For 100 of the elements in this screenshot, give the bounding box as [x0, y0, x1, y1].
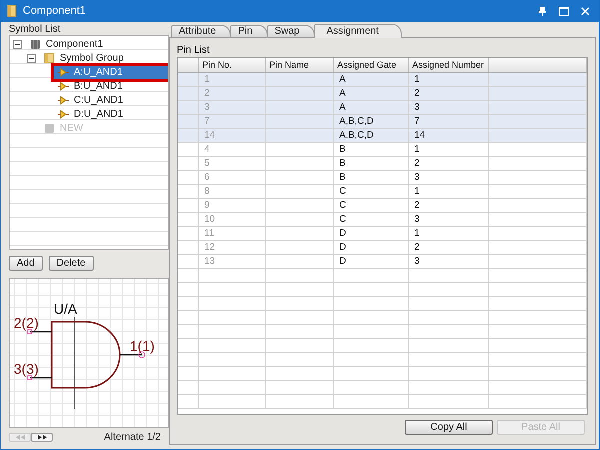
column-header[interactable]: Assigned Gate: [333, 58, 408, 72]
table-cell: A,B,C,D: [333, 114, 408, 128]
alternate-caption: Alternate 1/2: [104, 432, 161, 443]
document-icon: [7, 5, 17, 17]
table-cell: 13: [198, 254, 265, 268]
tab[interactable]: Assignment: [314, 24, 402, 38]
row-selector[interactable]: [178, 114, 198, 128]
collapse-icon[interactable]: [13, 40, 22, 48]
table-cell: 7: [198, 114, 265, 128]
table-cell: 6: [198, 170, 265, 184]
row-selector[interactable]: [178, 86, 198, 100]
tab[interactable]: Pin: [230, 25, 268, 37]
row-selector[interactable]: [178, 184, 198, 198]
table-cell: 3: [408, 254, 488, 268]
tree-item[interactable]: B:U_AND1: [54, 80, 127, 92]
symbol-icon: [58, 108, 69, 120]
tree-item[interactable]: Component1: [26, 38, 108, 50]
table-cell: A: [333, 100, 408, 114]
tree-item[interactable]: C:U_AND1: [54, 94, 128, 106]
tree-action-button[interactable]: Add: [9, 256, 43, 271]
new-icon: [44, 122, 55, 134]
column-header[interactable]: Assigned Number: [408, 58, 488, 72]
table-cell: 5: [198, 156, 265, 170]
table-cell: D: [333, 226, 408, 240]
table-cell: D: [333, 254, 408, 268]
close-button[interactable]: [581, 6, 590, 16]
tab[interactable]: Swap: [266, 25, 315, 37]
maximize-button[interactable]: [559, 6, 569, 16]
table-cell: 3: [408, 170, 488, 184]
row-selector[interactable]: [178, 142, 198, 156]
table-cell: 3: [408, 100, 488, 114]
symbol-icon: [58, 94, 69, 106]
table-cell: D: [333, 240, 408, 254]
table-cell: B: [333, 170, 408, 184]
table-cell: 1: [408, 226, 488, 240]
pin-label: 2(2): [14, 315, 39, 331]
table-cell: 2: [408, 86, 488, 100]
table-cell: 9: [198, 198, 265, 212]
column-header[interactable]: Pin No.: [198, 58, 265, 72]
pin-icon: [537, 6, 547, 16]
maximize-icon: [559, 6, 569, 16]
table-cell: A: [333, 72, 408, 86]
table-cell: 2: [408, 240, 488, 254]
table-cell: A,B,C,D: [333, 128, 408, 142]
tree-item[interactable]: A:U_AND1: [54, 66, 168, 78]
collapse-icon[interactable]: [27, 54, 36, 62]
row-selector[interactable]: [178, 226, 198, 240]
row-selector[interactable]: [178, 254, 198, 268]
table-cell: 14: [198, 128, 265, 142]
table-cell: 12: [198, 240, 265, 254]
table-cell: 7: [408, 114, 488, 128]
table-cell: A: [333, 86, 408, 100]
table-cell: 10: [198, 212, 265, 226]
table-cell: C: [333, 198, 408, 212]
pin-button[interactable]: [537, 6, 547, 16]
row-selector[interactable]: [178, 198, 198, 212]
table-cell: 11: [198, 226, 265, 240]
symbol-icon: [58, 80, 69, 92]
row-selector[interactable]: [178, 72, 198, 86]
row-selector[interactable]: [178, 100, 198, 114]
double-right-arrow-icon: [36, 434, 48, 441]
tree-action-button[interactable]: Delete: [48, 256, 94, 271]
window-title: Component1: [23, 5, 87, 17]
table-cell: B: [333, 156, 408, 170]
table-cell: 2: [408, 198, 488, 212]
double-left-arrow-icon: [14, 434, 26, 441]
row-selector[interactable]: [178, 156, 198, 170]
table-cell: 2: [198, 86, 265, 100]
component-icon: [30, 38, 41, 50]
symbol-icon: [58, 66, 69, 78]
table-cell: 1: [198, 72, 265, 86]
table-cell: C: [333, 184, 408, 198]
table-cell: 2: [408, 156, 488, 170]
section-label: Pin List: [177, 45, 211, 56]
action-button[interactable]: Copy All: [405, 420, 493, 435]
section-label: Symbol List: [9, 24, 62, 35]
tab[interactable]: Attribute: [171, 25, 232, 37]
row-selector[interactable]: [178, 170, 198, 184]
table-cell: 4: [198, 142, 265, 156]
table-cell: 1: [408, 184, 488, 198]
close-icon: [581, 6, 590, 16]
next-button[interactable]: [31, 433, 53, 442]
table-cell: B: [333, 142, 408, 156]
table-cell: 3: [198, 100, 265, 114]
table-cell: 8: [198, 184, 265, 198]
table-cell: 1: [408, 72, 488, 86]
pin-label: 1(1): [130, 338, 155, 354]
pin-label: 3(3): [14, 361, 39, 377]
row-selector[interactable]: [178, 212, 198, 226]
group-icon: [44, 52, 55, 64]
table-cell: C: [333, 212, 408, 226]
reference-label: U/A: [54, 301, 78, 317]
table-cell: 3: [408, 212, 488, 226]
row-selector[interactable]: [178, 128, 198, 142]
table-cell: 14: [408, 128, 488, 142]
tree-item[interactable]: Symbol Group: [40, 52, 128, 64]
column-header[interactable]: Pin Name: [265, 58, 333, 72]
table-cell: 1: [408, 142, 488, 156]
tree-item[interactable]: D:U_AND1: [54, 108, 128, 120]
row-selector[interactable]: [178, 240, 198, 254]
